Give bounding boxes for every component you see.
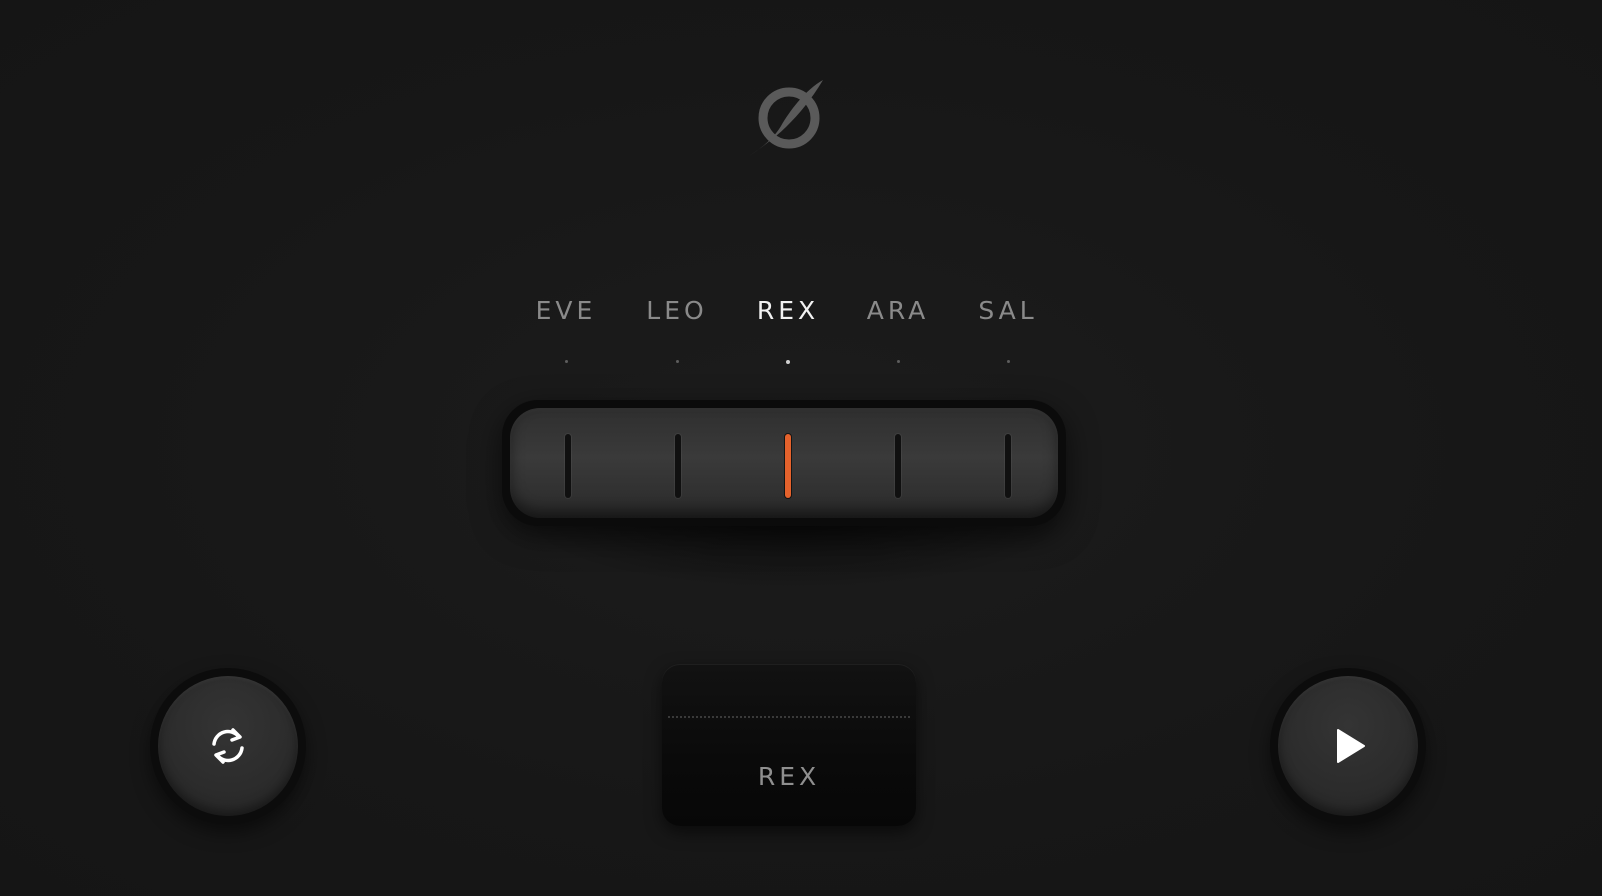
voice-option-sal[interactable]: SAL bbox=[963, 296, 1053, 325]
refresh-icon bbox=[212, 728, 244, 764]
voice-option-leo[interactable]: LEO bbox=[632, 296, 722, 325]
selected-voice-display: REX bbox=[662, 664, 916, 826]
dial-tick bbox=[895, 434, 901, 498]
selected-voice-name: REX bbox=[757, 762, 821, 791]
position-dot-active bbox=[786, 360, 790, 364]
voice-option-rex[interactable]: REX bbox=[743, 296, 833, 325]
position-dot bbox=[675, 360, 679, 363]
play-button[interactable] bbox=[1270, 668, 1426, 824]
position-dot bbox=[896, 360, 900, 363]
dial-tick bbox=[675, 434, 681, 498]
voice-dial-slider[interactable] bbox=[502, 400, 1066, 526]
dial-tick-selected bbox=[785, 434, 791, 498]
voice-selector-screen: EVE LEO REX ARA SAL REX bbox=[0, 0, 1602, 896]
position-dot bbox=[564, 360, 568, 363]
dial-face bbox=[510, 408, 1058, 518]
play-icon bbox=[1337, 729, 1365, 763]
refresh-button[interactable] bbox=[150, 668, 306, 824]
voice-label-row: EVE LEO REX ARA SAL bbox=[0, 296, 1602, 326]
leaf-circle-logo-icon bbox=[749, 80, 823, 156]
dial-tick bbox=[1005, 434, 1011, 498]
position-dot bbox=[1006, 360, 1010, 363]
voice-option-eve[interactable]: EVE bbox=[521, 296, 611, 325]
display-divider bbox=[668, 716, 910, 718]
dial-tick bbox=[565, 434, 571, 498]
voice-option-ara[interactable]: ARA bbox=[853, 296, 943, 325]
